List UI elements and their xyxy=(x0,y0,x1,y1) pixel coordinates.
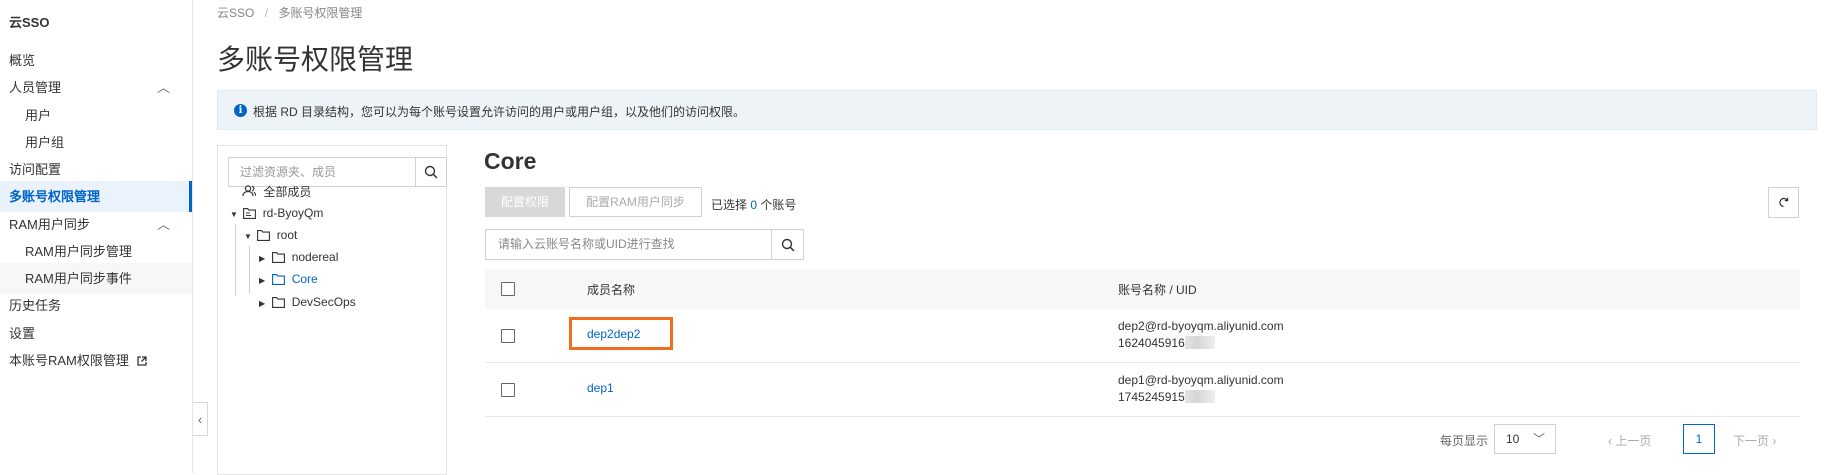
row-checkbox[interactable] xyxy=(501,329,515,343)
column-header-member: 成员名称 xyxy=(587,283,636,297)
prev-page-label: 上一页 xyxy=(1615,434,1652,448)
tree-node-root[interactable]: ▼ root xyxy=(244,226,297,244)
info-text: 根据 RD 目录结构，您可以为每个账号设置允许访问的用户或用户组，以及他们的访问… xyxy=(253,105,746,119)
page-number-current[interactable]: 1 xyxy=(1683,424,1715,454)
chevron-left-icon: ‹ xyxy=(1608,434,1612,448)
caret-right-icon: ▶ xyxy=(259,276,266,285)
chevron-down-icon: ﹀ xyxy=(1532,432,1545,446)
breadcrumb: 云SSO / 多账号权限管理 xyxy=(217,4,362,21)
table-row: dep2dep2 dep2@rd-byoyqm.aliyunid.com 162… xyxy=(485,309,1800,363)
select-all-checkbox[interactable] xyxy=(501,282,515,296)
sidebar: 云SSO 概览 人员管理 ︿ 用户 用户组 访问配置 多账号权限管理 RAM用户… xyxy=(0,0,193,473)
tree-guide-line xyxy=(249,246,250,294)
sidebar-item-people[interactable]: 人员管理 ︿ xyxy=(0,72,192,103)
account-search-input[interactable]: 请输入云账号名称或UID进行查找 xyxy=(485,229,771,260)
refresh-icon xyxy=(1779,197,1789,208)
tree-node-label: root xyxy=(276,228,298,242)
folder-icon xyxy=(257,230,271,241)
tree-node-all-members[interactable]: 全部成员 xyxy=(242,183,311,201)
sidebar-title: 云SSO xyxy=(9,15,50,30)
chevron-right-icon: › xyxy=(1772,434,1777,448)
folder-icon xyxy=(272,252,286,263)
caret-right-icon: ▶ xyxy=(259,299,266,308)
chevron-up-icon: ︿ xyxy=(156,80,170,95)
tree-node-devsecops[interactable]: ▶ DevSecOps xyxy=(259,293,356,311)
sidebar-item-history[interactable]: 历史任务 xyxy=(0,290,192,321)
account-search-button[interactable] xyxy=(771,229,804,260)
folder-icon xyxy=(272,274,286,285)
member-link[interactable]: dep2dep2 xyxy=(587,327,640,341)
tree-node-label: rd-ByoyQm xyxy=(262,206,324,220)
resource-tree-panel: 过滤资源夹、成员 全部成员 ▼ rd-ByoyQm ▼ root ▶ noder… xyxy=(217,145,447,475)
next-page-label: 下一页 xyxy=(1733,434,1770,448)
info-banner: i 根据 RD 目录结构，您可以为每个账号设置允许访问的用户或用户组，以及他们的… xyxy=(217,90,1817,130)
account-email: dep2@rd-byoyqm.aliyunid.com xyxy=(1118,319,1284,333)
selection-count: 0 xyxy=(750,198,758,212)
per-page-value: 10 xyxy=(1506,432,1520,446)
folder-tree-icon xyxy=(243,208,257,219)
sidebar-item-label: 人员管理 xyxy=(9,80,62,95)
sidebar-item-label: RAM用户同步 xyxy=(9,217,90,232)
caret-right-icon: ▶ xyxy=(259,254,266,263)
row-checkbox[interactable] xyxy=(501,383,515,397)
account-email: dep1@rd-byoyqm.aliyunid.com xyxy=(1118,373,1284,387)
selection-prefix: 已选择 xyxy=(711,198,748,212)
tree-node-label: Core xyxy=(291,272,318,286)
account-uid: 1624045916 xyxy=(1118,336,1185,350)
configure-ram-sync-button[interactable]: 配置RAM用户同步 xyxy=(569,187,702,217)
configure-permissions-button[interactable]: 配置权限 xyxy=(485,187,565,217)
table-row: dep1 dep1@rd-byoyqm.aliyunid.com 1745245… xyxy=(485,363,1800,417)
account-uid: 1745245915 xyxy=(1118,390,1185,404)
account-cell: dep1@rd-byoyqm.aliyunid.com 1745245915 xyxy=(1118,372,1284,406)
account-uid-line: 1745245915 xyxy=(1118,389,1284,406)
selection-suffix: 个账号 xyxy=(760,198,797,212)
tree-node-core[interactable]: ▶ Core xyxy=(259,270,318,288)
tree-node-label: nodereal xyxy=(291,250,339,264)
info-icon: i xyxy=(234,104,247,117)
caret-down-icon: ▼ xyxy=(244,232,252,241)
breadcrumb-current: 多账号权限管理 xyxy=(278,6,363,20)
sidebar-item-multi-account[interactable]: 多账号权限管理 xyxy=(0,181,192,212)
sidebar-item-label: 本账号RAM权限管理 xyxy=(9,353,129,368)
account-uid-line: 1624045916 xyxy=(1118,335,1284,352)
search-icon xyxy=(781,238,795,252)
tree-guide-line xyxy=(235,224,236,296)
per-page-select[interactable]: 10 ﹀ xyxy=(1494,424,1556,454)
next-page-button[interactable]: 下一页 › xyxy=(1733,432,1776,449)
column-header-account: 账号名称 / UID xyxy=(1118,283,1197,297)
tree-search-button[interactable] xyxy=(415,157,447,187)
account-cell: dep2@rd-byoyqm.aliyunid.com 1624045916 xyxy=(1118,318,1284,352)
tree-node-rd[interactable]: ▼ rd-ByoyQm xyxy=(230,204,323,222)
users-icon xyxy=(242,185,257,197)
sidebar-collapse-handle[interactable]: ‹ xyxy=(193,402,208,436)
folder-icon xyxy=(272,297,286,308)
table-header: 成员名称 账号名称 / UID xyxy=(485,269,1800,309)
tree-node-label: 全部成员 xyxy=(263,185,312,199)
caret-down-icon: ▼ xyxy=(230,210,238,219)
page-title: 多账号权限管理 xyxy=(217,44,414,75)
breadcrumb-root[interactable]: 云SSO xyxy=(217,6,254,20)
sidebar-item-ram-permissions[interactable]: 本账号RAM权限管理 xyxy=(0,345,192,376)
breadcrumb-separator: / xyxy=(264,6,269,20)
chevron-left-icon: ‹ xyxy=(197,411,203,427)
selection-status: 已选择 0 个账号 xyxy=(711,196,796,213)
per-page-label: 每页显示 xyxy=(1440,434,1489,448)
refresh-button[interactable] xyxy=(1768,187,1799,218)
prev-page-button[interactable]: ‹ 上一页 xyxy=(1608,432,1651,449)
member-link[interactable]: dep1 xyxy=(587,381,614,395)
redacted-uid xyxy=(1184,336,1215,349)
tree-node-nodereal[interactable]: ▶ nodereal xyxy=(259,248,338,266)
external-link-icon xyxy=(136,356,147,366)
redacted-uid xyxy=(1184,390,1215,403)
search-icon xyxy=(424,165,438,179)
tree-node-label: DevSecOps xyxy=(291,295,356,309)
section-title: Core xyxy=(484,148,537,174)
